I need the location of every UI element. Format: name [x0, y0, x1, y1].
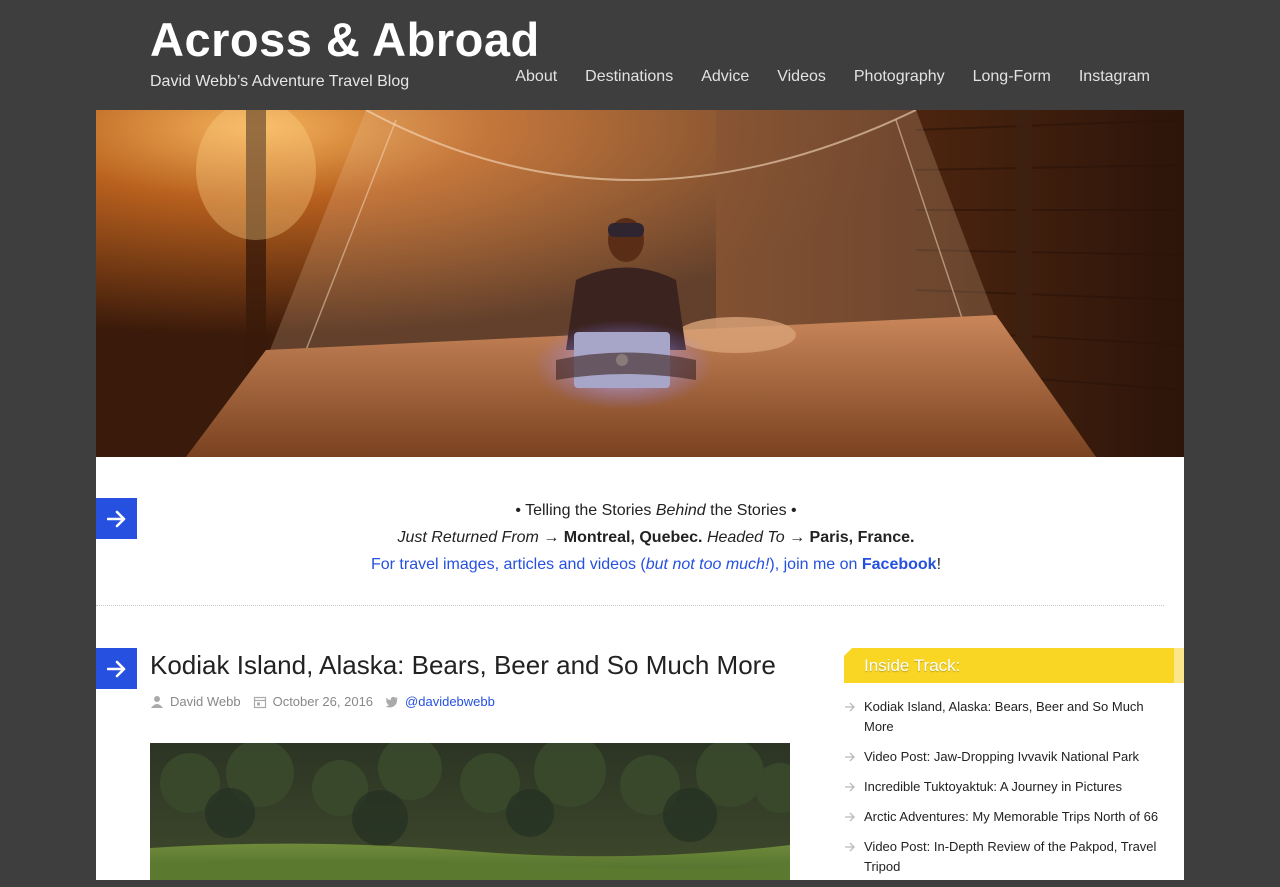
- sidebar-widget-title: Inside Track:: [844, 648, 1184, 683]
- widget-title-notch: [844, 648, 852, 656]
- post-author: David Webb: [150, 694, 241, 709]
- intro-line-1-post: the Stories •: [705, 502, 797, 519]
- sidebar-widget-title-text: Inside Track:: [864, 656, 961, 675]
- sidebar-post-list: Kodiak Island, Alaska: Bears, Beer and S…: [844, 697, 1164, 887]
- intro-line-3: For travel images, articles and videos (…: [96, 551, 1216, 578]
- sidebar-post-item-label[interactable]: Video Post: In-Depth Review of the Pakpo…: [864, 839, 1156, 874]
- nav-item-videos[interactable]: Videos: [777, 68, 826, 86]
- section-divider: [96, 605, 1164, 606]
- nav-item-instagram[interactable]: Instagram: [1079, 68, 1150, 86]
- post-date-text: October 26, 2016: [272, 694, 374, 709]
- intro-text: • Telling the Stories Behind the Stories…: [96, 497, 1216, 578]
- intro-line-1: • Telling the Stories Behind the Stories…: [96, 497, 1216, 524]
- intro-line-1-em: Behind: [655, 502, 706, 519]
- arrow-2: →: [784, 529, 810, 546]
- headed-place: Paris, France.: [809, 529, 915, 546]
- intro-line-3-post: !: [936, 556, 942, 573]
- sidebar-post-item-label[interactable]: Incredible Tuktoyaktuk: A Journey in Pic…: [864, 779, 1122, 794]
- intro-line-3-mid: ), join me on: [769, 556, 862, 573]
- arrow-right-icon: [845, 842, 855, 852]
- nav-item-photography[interactable]: Photography: [854, 68, 945, 86]
- sidebar-post-item[interactable]: Video Post: In-Depth Review of the Pakpo…: [844, 837, 1164, 877]
- returned-place: Montreal, Quebec.: [563, 529, 703, 546]
- arrow-right-icon: [106, 660, 125, 677]
- sidebar-post-item[interactable]: Incredible Tuktoyaktuk: A Journey in Pic…: [844, 777, 1164, 797]
- arrow-1: →: [538, 529, 564, 546]
- intro-line-3-pre: For travel images, articles and videos (: [370, 556, 646, 573]
- widget-title-edge: [1174, 648, 1184, 683]
- intro-line-1-pre: • Telling the Stories: [515, 502, 656, 519]
- post-twitter: @davidebwebb: [385, 694, 495, 709]
- nav-item-about[interactable]: About: [515, 68, 557, 86]
- post-title[interactable]: Kodiak Island, Alaska: Bears, Beer and S…: [150, 650, 776, 681]
- intro-line-2: Just Returned From → Montreal, Quebec. H…: [96, 524, 1216, 551]
- sidebar-post-item[interactable]: Kodiak Island, Alaska: Bears, Beer and S…: [844, 697, 1164, 737]
- twitter-icon: [385, 696, 399, 707]
- sidebar-post-item-label[interactable]: Kodiak Island, Alaska: Bears, Beer and S…: [864, 699, 1144, 734]
- arrow-right-icon: [845, 812, 855, 822]
- nav-item-long-form[interactable]: Long-Form: [973, 68, 1051, 86]
- post-photo-illustration: [150, 743, 790, 880]
- twitter-handle-link[interactable]: @davidebwebb: [405, 694, 495, 709]
- post-author-name: David Webb: [170, 694, 241, 709]
- user-icon: [151, 695, 163, 708]
- nav-item-advice[interactable]: Advice: [701, 68, 749, 86]
- calendar-icon: [253, 696, 266, 708]
- hero-image: [96, 110, 1184, 457]
- post-featured-image[interactable]: [150, 743, 790, 880]
- intro-line-3-em: but not too much!: [645, 556, 770, 573]
- nav-item-destinations[interactable]: Destinations: [585, 68, 673, 86]
- returned-label: Just Returned From: [397, 529, 539, 546]
- hero-photo-illustration: [96, 110, 1184, 457]
- sidebar-post-item-label[interactable]: Video Post: Jaw-Dropping Ivvavik Nationa…: [864, 749, 1139, 764]
- sidebar-post-item[interactable]: Video Post: Jaw-Dropping Ivvavik Nationa…: [844, 747, 1164, 767]
- content-panel: • Telling the Stories Behind the Stories…: [96, 457, 1184, 880]
- post-arrow-button[interactable]: [96, 648, 137, 689]
- site-header: Across & Abroad David Webb’s Adventure T…: [0, 0, 1280, 110]
- site-tagline: David Webb’s Adventure Travel Blog: [150, 73, 410, 90]
- arrow-right-icon: [845, 782, 855, 792]
- facebook-link[interactable]: Facebook: [862, 556, 937, 573]
- post-date: October 26, 2016: [253, 694, 373, 709]
- main-nav: About Destinations Advice Videos Photogr…: [487, 68, 1150, 86]
- arrow-right-icon: [845, 702, 855, 712]
- headed-label: Headed To: [706, 529, 785, 546]
- arrow-right-icon: [845, 752, 855, 762]
- site-title[interactable]: Across & Abroad: [150, 14, 540, 66]
- post-meta: David Webb October 26, 2016 @davidebwebb: [150, 694, 507, 709]
- sidebar-post-item[interactable]: Arctic Adventures: My Memorable Trips No…: [844, 807, 1164, 827]
- sidebar-post-item-label[interactable]: Arctic Adventures: My Memorable Trips No…: [864, 809, 1158, 824]
